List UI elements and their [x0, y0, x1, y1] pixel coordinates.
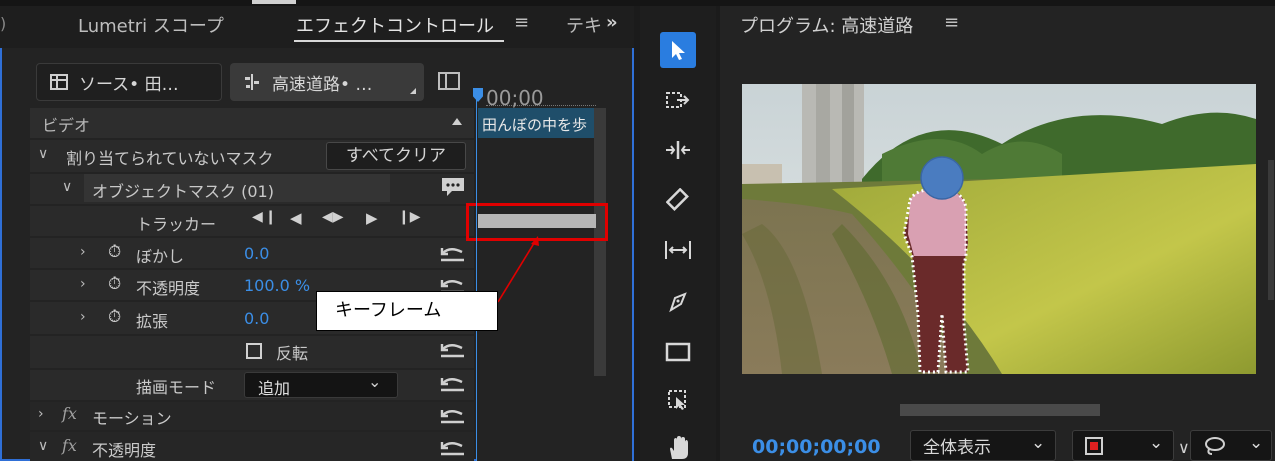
stopwatch-icon[interactable]: ⏱ — [108, 274, 121, 294]
chevron-down-icon: ⌄ — [368, 372, 382, 391]
active-tab-underline — [294, 40, 504, 42]
annotation-arrow — [497, 236, 539, 303]
opacity-effect-label: 不透明度 — [92, 441, 157, 460]
timeline-clip[interactable]: 田んぼの中を歩 — [478, 108, 596, 138]
tab-text[interactable]: テキ — [566, 12, 602, 38]
sequence-icon — [245, 74, 259, 90]
monitor-horizontal-scrollbar[interactable] — [900, 404, 1100, 416]
monitor-vertical-scrollbar[interactable] — [1268, 160, 1274, 300]
opacity-label: 不透明度 — [136, 279, 201, 298]
video-section-label: ビデオ — [42, 116, 91, 135]
resolution-dropdown[interactable]: ⌄ — [1072, 430, 1174, 461]
window-top-indicator — [252, 0, 296, 4]
keyframe-callout: キーフレーム — [316, 291, 498, 331]
reset-icon[interactable] — [438, 340, 466, 358]
source-clip-label: ソース• 田… — [79, 74, 179, 95]
blend-mode-value: 追加 — [258, 379, 291, 398]
unassigned-mask-label: 割り当てられていないマスク — [66, 149, 274, 168]
chevron-down-icon: ⌄ — [1149, 433, 1164, 453]
track-next-frame-icon[interactable]: ▶ — [366, 209, 378, 227]
invert-label: 反転 — [276, 344, 309, 363]
chevron-down-icon[interactable]: ∨ — [38, 438, 48, 454]
track-back-icon[interactable]: ◀❙ — [252, 209, 279, 225]
video-section-header — [30, 108, 474, 138]
track-both-icon[interactable]: ◀▶ — [322, 209, 344, 225]
chevron-right-icon[interactable]: › — [80, 309, 86, 325]
track-select-tool-icon[interactable] — [660, 82, 696, 118]
timeline-timecode: 00;00 — [486, 86, 544, 110]
stopwatch-icon[interactable]: ⏱ — [108, 242, 121, 262]
chevron-down-icon[interactable]: ∨ — [62, 179, 72, 195]
expansion-label: 拡張 — [136, 312, 169, 331]
video-frame[interactable] — [742, 84, 1256, 374]
lasso-icon — [1205, 436, 1225, 455]
sequence-clip-label: 高速道路• … — [272, 74, 373, 95]
panel-menu-icon[interactable]: ≡ — [944, 12, 959, 33]
expansion-value[interactable]: 0.0 — [244, 309, 269, 328]
blend-mode-label: 描画モード — [136, 378, 217, 397]
comment-icon[interactable] — [440, 176, 466, 198]
object-mask-label: オブジェクトマスク (01) — [92, 182, 274, 201]
fx-icon: fx — [62, 436, 77, 455]
tabs-overflow-icon[interactable]: » — [606, 12, 618, 33]
time-ruler — [486, 102, 596, 106]
tab-menu-icon[interactable]: ≡ — [514, 12, 529, 33]
chevron-down-icon: ⌄ — [1249, 433, 1264, 453]
clip-icon — [50, 74, 68, 90]
fx-icon: fx — [62, 404, 77, 423]
program-timecode[interactable]: 00;00;00;00 — [752, 436, 881, 458]
chevron-right-icon[interactable]: › — [38, 406, 44, 422]
tab-lumetri-scopes[interactable]: Lumetri スコープ — [78, 12, 224, 38]
source-clip-button[interactable]: ソース• 田… — [36, 63, 222, 101]
tab-effect-controls[interactable]: エフェクトコントロール — [296, 12, 494, 38]
track-prev-frame-icon[interactable]: ◀ — [290, 209, 302, 227]
feather-value[interactable]: 0.0 — [244, 244, 269, 263]
reset-icon[interactable] — [438, 244, 466, 262]
mask-display-dropdown[interactable]: ⌄ — [1190, 430, 1272, 461]
ripple-edit-tool-icon[interactable] — [660, 132, 696, 168]
zoom-level-dropdown[interactable]: 全体表示 ⌄ — [910, 430, 1056, 461]
chevron-right-icon[interactable]: › — [80, 276, 86, 292]
pen-tool-icon[interactable] — [660, 284, 696, 320]
invert-checkbox[interactable] — [246, 343, 262, 359]
hand-tool-icon[interactable] — [660, 430, 696, 461]
chevron-down-icon: ⌄ — [1031, 433, 1046, 453]
razor-tool-icon[interactable] — [660, 182, 696, 218]
selection-tool-icon[interactable] — [660, 32, 696, 68]
timeline-scrollbar[interactable] — [594, 108, 606, 376]
timeline-toggle-icon[interactable] — [438, 72, 460, 90]
opacity-value[interactable]: 100.0 % — [244, 276, 310, 295]
track-forward-icon[interactable]: ❙▶ — [398, 209, 421, 225]
chevron-down-icon[interactable]: ∨ — [1178, 438, 1190, 457]
chevron-down-icon[interactable]: ∨ — [38, 146, 48, 162]
zoom-level-value: 全体表示 — [923, 438, 991, 458]
sequence-clip-button[interactable]: 高速道路• … — [230, 63, 424, 101]
dropdown-corner-icon — [410, 88, 416, 94]
slip-tool-icon[interactable] — [660, 232, 696, 268]
panel-menu-edge: ) — [0, 14, 7, 33]
reset-icon[interactable] — [438, 406, 466, 424]
chevron-right-icon[interactable]: › — [80, 244, 86, 260]
rectangle-tool-icon[interactable] — [660, 334, 696, 370]
feather-label: ぼかし — [136, 247, 185, 266]
type-tool-icon[interactable] — [660, 382, 696, 418]
clear-all-button[interactable]: すべてクリア — [326, 142, 466, 170]
collapse-up-icon[interactable] — [452, 118, 462, 125]
record-icon — [1085, 436, 1103, 455]
program-monitor-title: プログラム: 高速道路 — [740, 16, 914, 37]
reset-icon[interactable] — [438, 438, 466, 456]
motion-label: モーション — [92, 409, 172, 428]
tracker-label: トラッカー — [136, 215, 217, 234]
playhead-line — [476, 92, 477, 461]
reset-icon[interactable] — [438, 374, 466, 392]
stopwatch-icon[interactable]: ⏱ — [108, 307, 121, 327]
